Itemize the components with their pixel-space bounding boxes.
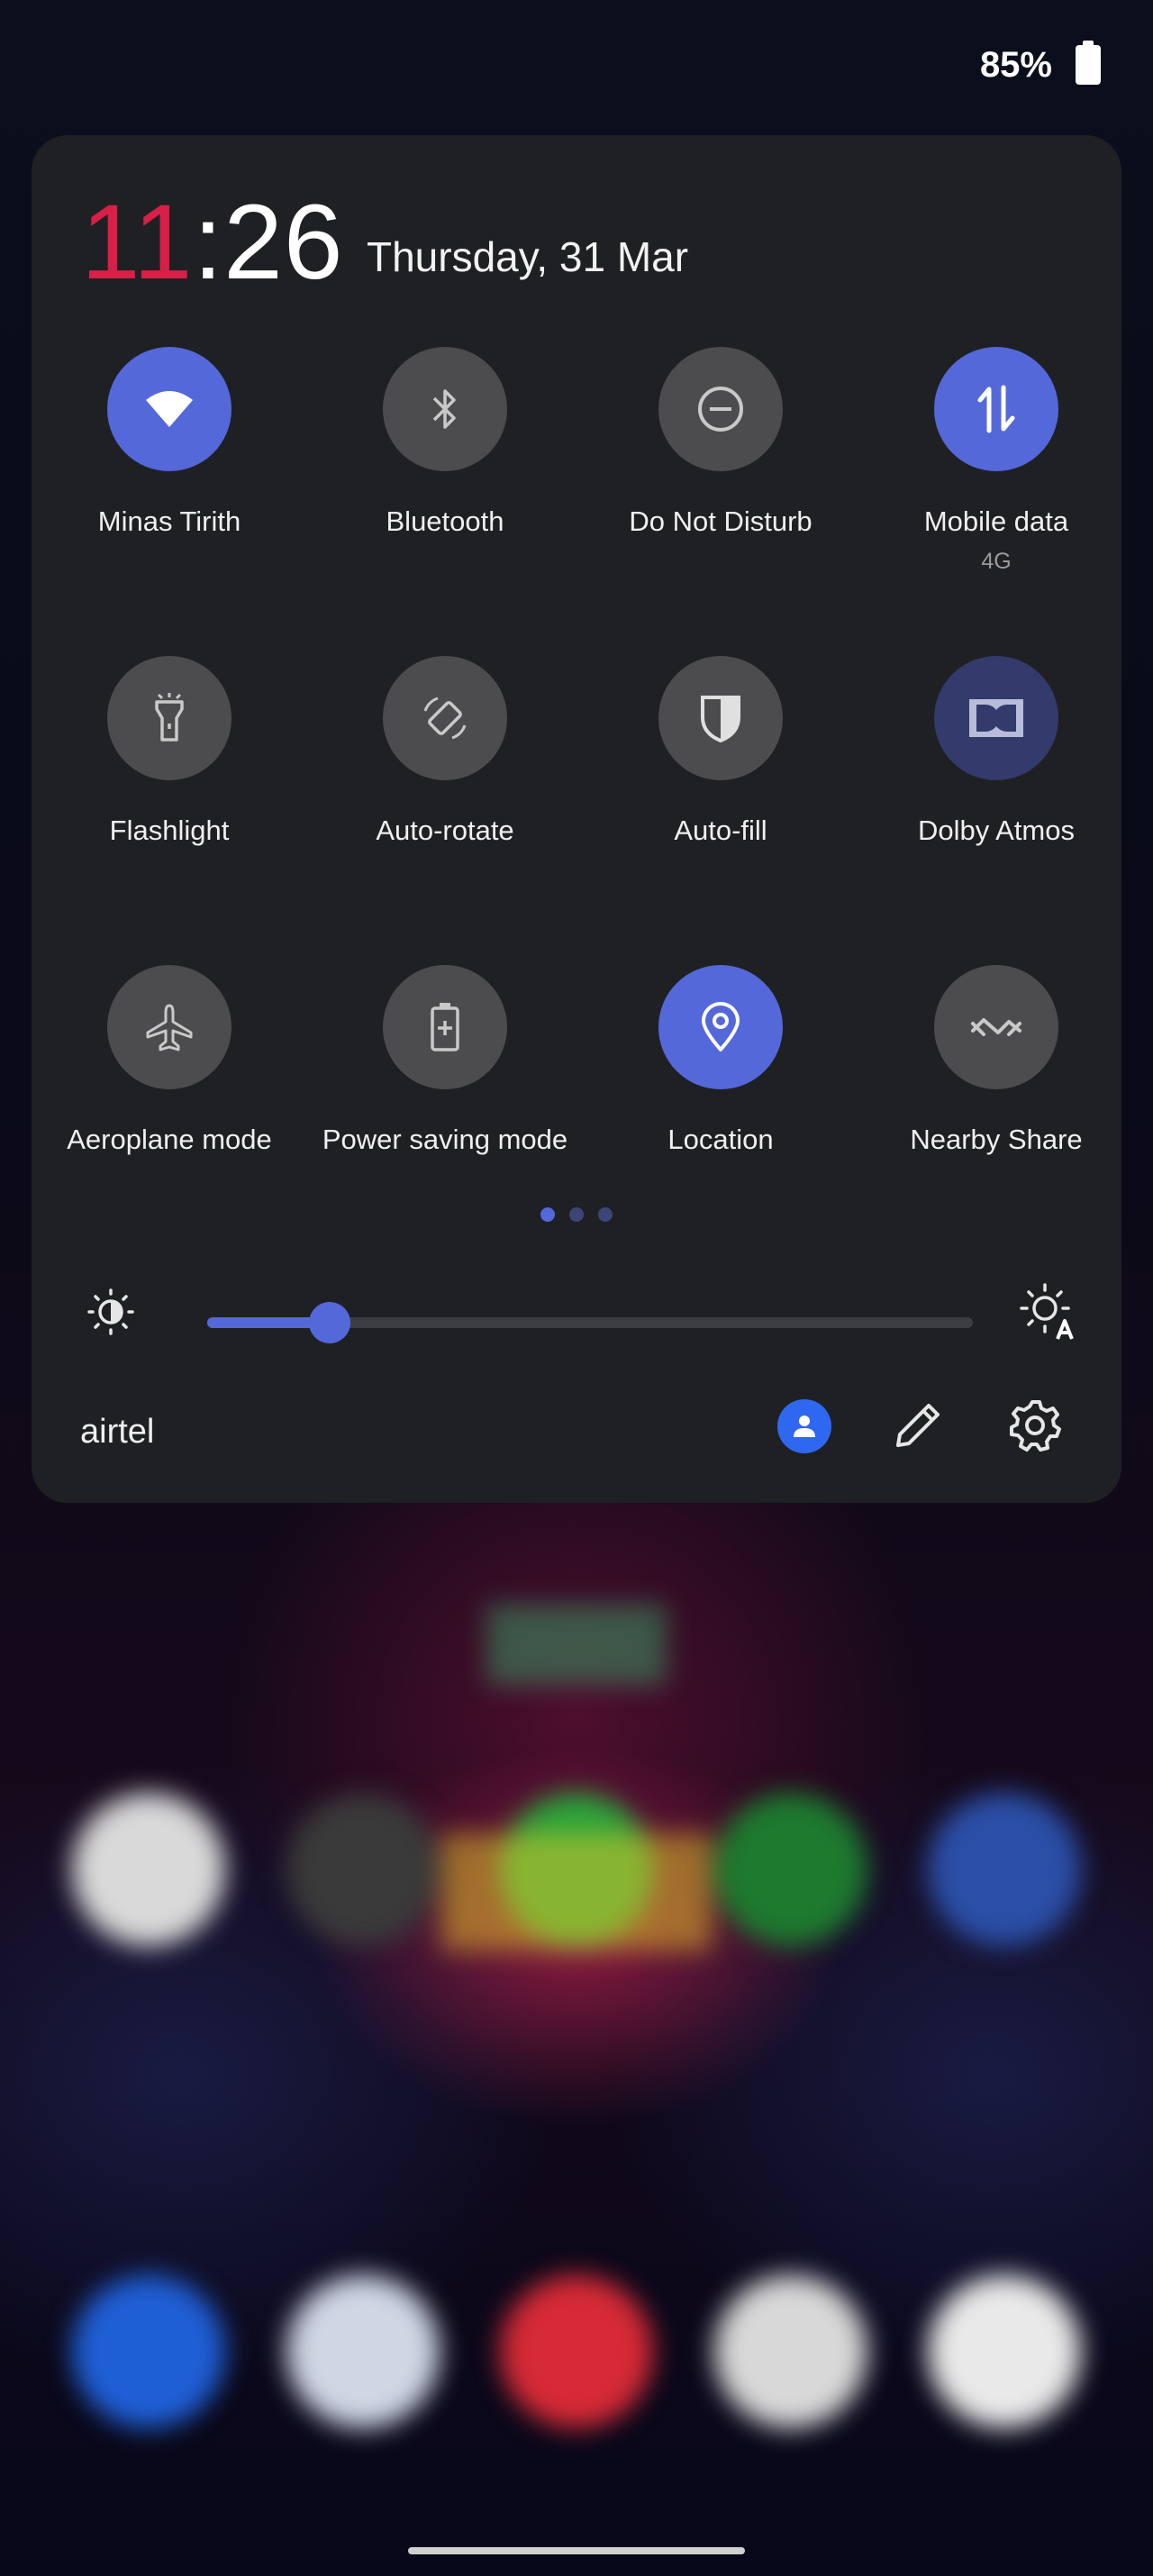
page-dot-3[interactable] [598, 1207, 613, 1222]
clock-separator: : [193, 183, 224, 302]
battery-saver-icon [431, 1003, 459, 1051]
tile-wifi[interactable]: Minas Tirith [32, 347, 307, 538]
tile-dolby-button[interactable] [934, 656, 1058, 780]
settings-app-icon [286, 1793, 440, 1946]
tile-auto-fill-button[interactable] [658, 656, 783, 780]
battery-full-icon [1076, 41, 1101, 85]
airplane-icon [146, 1004, 193, 1051]
tile-dolby-atmos[interactable]: Dolby Atmos [858, 656, 1134, 847]
clock-hours: 11 [81, 183, 194, 302]
tile-nearby-share-button[interactable] [934, 965, 1058, 1089]
clock-minutes: 26 [223, 183, 344, 302]
edit-button[interactable] [889, 1397, 947, 1459]
brightness-auto-icon[interactable] [1018, 1281, 1077, 1345]
tile-dnd-button[interactable] [658, 347, 783, 471]
clock[interactable]: 11:26 [81, 189, 344, 296]
tile-location-button[interactable] [658, 965, 783, 1089]
page-indicator [540, 1207, 613, 1222]
quick-settings-panel: 11:26 Thursday, 31 Mar Minas Tirith Blue… [32, 135, 1121, 1503]
tile-auto-rotate-button[interactable] [383, 656, 507, 780]
do-not-disturb-icon [698, 387, 743, 432]
tile-nearby-share-label: Nearby Share [910, 1124, 1083, 1155]
auto-rotate-icon [423, 696, 467, 740]
carrier-name: airtel [80, 1413, 155, 1451]
gear-icon [1010, 1400, 1061, 1452]
tile-mobile-data-button[interactable] [934, 347, 1058, 471]
brightness-slider-thumb[interactable] [309, 1302, 350, 1343]
tile-dnd-label: Do Not Disturb [629, 505, 813, 537]
tile-auto-rotate[interactable]: Auto-rotate [307, 656, 583, 847]
tile-power-saving-button[interactable] [383, 965, 507, 1089]
tile-mobile-data-label: Mobile data [923, 505, 1069, 537]
camera-app-icon [714, 2275, 867, 2428]
tile-aeroplane-button[interactable] [107, 965, 232, 1089]
bluetooth-icon [432, 389, 456, 429]
photos-app-icon [928, 1793, 1081, 1946]
tile-location[interactable]: Location [583, 965, 858, 1156]
spotify-app-icon [714, 1793, 867, 1946]
wallpaper-glow [441, 1834, 712, 1951]
nearby-share-icon [971, 1018, 1021, 1036]
brightness-low-icon [86, 1287, 136, 1342]
page-dot-1[interactable] [540, 1207, 555, 1222]
tile-power-saving[interactable]: Power saving mode [307, 965, 583, 1156]
tile-wifi-button[interactable] [107, 347, 232, 471]
brightness-slider[interactable] [207, 1302, 973, 1343]
tile-mobile-data-network: 4G [981, 549, 1012, 574]
tile-mobile-data[interactable]: Mobile data 4G [858, 347, 1134, 575]
tile-do-not-disturb[interactable]: Do Not Disturb [583, 347, 858, 538]
tile-bluetooth-label: Bluetooth [386, 505, 504, 537]
wifi-icon [146, 391, 193, 427]
tile-power-saving-label: Power saving mode [322, 1124, 568, 1155]
tile-flashlight[interactable]: Flashlight [32, 656, 307, 847]
files-app-icon [286, 2275, 440, 2428]
wallpaper-glow [486, 1604, 667, 1685]
settings-button[interactable] [1007, 1397, 1065, 1459]
dolby-icon [969, 699, 1023, 737]
tile-bluetooth[interactable]: Bluetooth [307, 347, 583, 538]
tile-flashlight-label: Flashlight [109, 815, 230, 846]
navigation-handle[interactable] [408, 2547, 745, 2554]
chrome-app-icon [928, 2275, 1081, 2428]
battery-percentage: 85% [979, 45, 1052, 85]
mobile-data-icon [977, 385, 1015, 433]
shield-icon [701, 696, 740, 743]
location-pin-icon [702, 1002, 740, 1051]
messages-app-icon [500, 2275, 653, 2428]
tile-auto-rotate-label: Auto-rotate [376, 815, 514, 846]
tile-wifi-label: Minas Tirith [97, 505, 241, 537]
tile-aeroplane-mode[interactable]: Aeroplane mode [32, 965, 307, 1156]
pencil-icon [896, 1404, 940, 1447]
tile-nearby-share[interactable]: Nearby Share [858, 965, 1134, 1156]
tile-dolby-label: Dolby Atmos [917, 815, 1075, 846]
tile-auto-fill-label: Auto-fill [674, 815, 767, 846]
user-icon [794, 1415, 815, 1437]
tile-aeroplane-label: Aeroplane mode [67, 1124, 272, 1155]
phone-app-icon [72, 2275, 225, 2428]
tile-location-label: Location [667, 1124, 774, 1155]
play-store-app-icon [72, 1793, 225, 1946]
tile-flashlight-button[interactable] [107, 656, 232, 780]
user-button[interactable] [777, 1399, 831, 1453]
date[interactable]: Thursday, 31 Mar [367, 232, 688, 281]
page-dot-2[interactable] [569, 1207, 584, 1222]
tile-auto-fill[interactable]: Auto-fill [583, 656, 858, 847]
tile-bluetooth-button[interactable] [383, 347, 507, 471]
flashlight-icon [155, 693, 184, 742]
